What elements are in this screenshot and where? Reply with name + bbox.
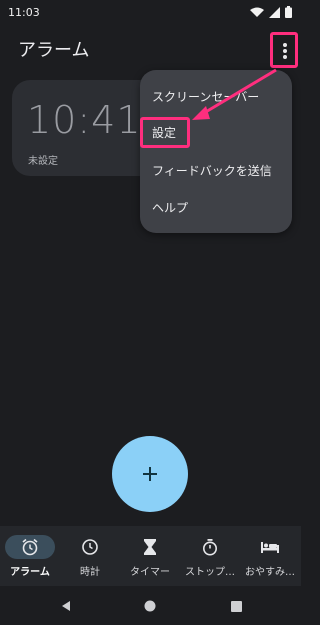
plus-icon [143, 467, 157, 481]
status-bar: 11:03 [0, 0, 301, 24]
more-button-highlight [270, 32, 298, 68]
battery-icon [285, 6, 292, 18]
nav-label: 時計 [80, 567, 100, 578]
back-icon [62, 601, 70, 611]
menu-item-help[interactable]: ヘルプ [140, 191, 292, 223]
bed-icon [261, 542, 279, 553]
menu-item-label: フィードバックを送信 [152, 163, 272, 178]
wifi-icon [250, 7, 264, 17]
nav-icon-wrap [125, 535, 175, 559]
status-icons [250, 6, 292, 18]
bottom-nav: アラーム 時計 タイマー ストップ… おやすみ… [0, 526, 301, 586]
recents-icon [230, 600, 242, 612]
clock-icon [82, 539, 98, 555]
home-button[interactable] [140, 596, 160, 616]
page-title: アラーム [18, 40, 90, 61]
settings-highlight [140, 117, 190, 148]
home-icon [144, 600, 156, 612]
overflow-menu: スクリーンセーバー 設定 フィードバックを送信 ヘルプ [140, 70, 292, 233]
nav-tab-bedtime[interactable]: おやすみ… [240, 526, 300, 586]
nav-tab-clock[interactable]: 時計 [60, 526, 120, 586]
nav-tab-stopwatch[interactable]: ストップ… [180, 526, 240, 586]
nav-label: おやすみ… [245, 567, 295, 578]
alarm-label: 未設定 [28, 156, 58, 167]
nav-label: タイマー [130, 567, 170, 578]
alarm-time[interactable]: 10:41 [27, 98, 142, 142]
nav-tab-timer[interactable]: タイマー [120, 526, 180, 586]
signal-icon [269, 6, 280, 18]
status-time: 11:03 [8, 5, 40, 19]
add-alarm-button[interactable] [112, 436, 188, 512]
nav-icon-pill [5, 535, 55, 559]
recents-button[interactable] [226, 596, 246, 616]
menu-item-label: スクリーンセーバー [152, 89, 260, 104]
nav-label: ストップ… [185, 567, 235, 578]
nav-tab-alarm[interactable]: アラーム [0, 526, 60, 586]
menu-item-feedback[interactable]: フィードバックを送信 [140, 154, 292, 186]
stopwatch-icon [203, 539, 217, 556]
menu-item-label: ヘルプ [152, 200, 189, 215]
hourglass-icon [144, 539, 156, 555]
alarm-clock-icon [22, 538, 38, 556]
nav-icon-wrap [65, 535, 115, 559]
back-button[interactable] [56, 596, 76, 616]
nav-label: アラーム [10, 567, 50, 578]
system-nav-bar [0, 586, 301, 625]
nav-icon-wrap [245, 535, 295, 559]
nav-icon-wrap [185, 535, 235, 559]
menu-item-screensaver[interactable]: スクリーンセーバー [140, 80, 292, 112]
